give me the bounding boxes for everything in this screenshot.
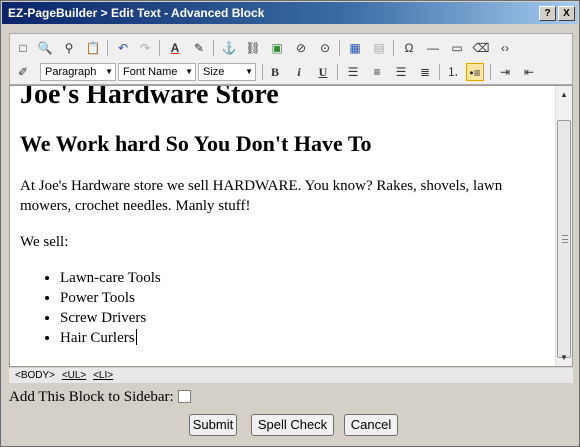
sidebar-checkbox-label: Add This Block to Sidebar: [9, 389, 174, 405]
chevron-down-icon: ▼ [245, 67, 253, 76]
font-color-icon[interactable]: A [166, 39, 184, 57]
toolbar-separator [490, 64, 491, 80]
toolbar-separator [159, 40, 160, 56]
sidebar-option: Add This Block to Sidebar: [9, 388, 191, 406]
font-name-select[interactable]: Font Name ▼ [118, 63, 196, 81]
toolbar-row-2: ✐ Paragraph ▼ Font Name ▼ Size ▼ B i U ☰… [10, 60, 572, 84]
bulleted-list: Lawn-care Tools Power Tools Screw Driver… [20, 268, 550, 348]
link-icon[interactable]: ⛓ [244, 39, 262, 57]
size-select[interactable]: Size ▼ [198, 63, 256, 81]
path-body[interactable]: <BODY> [15, 370, 55, 381]
table-props-icon[interactable]: ▤ [370, 39, 388, 57]
underline-button[interactable]: U [314, 63, 332, 81]
element-path-bar: <BODY> <UL> <LI> [9, 368, 573, 383]
toolbar-separator [393, 40, 394, 56]
toolbar-separator [107, 40, 108, 56]
spell-check-button[interactable]: Spell Check [251, 414, 334, 436]
heading-1: Joe's Hardware Store [20, 85, 279, 110]
table-icon[interactable]: ▦ [346, 39, 364, 57]
special-char-icon[interactable]: Ω [400, 39, 418, 57]
horizontal-rule-icon[interactable]: — [424, 39, 442, 57]
redo-icon[interactable]: ↷ [136, 39, 154, 57]
font-name-select-value: Font Name [123, 66, 178, 78]
grip-icon [562, 235, 568, 243]
submit-button[interactable]: Submit [189, 414, 237, 436]
toolbar-row-1: □ 🔍 ⚲ 📋 ↶ ↷ A ✎ ⚓ ⛓ ▣ ⊘ ⊙ ▦ ▤ Ω — ▭ ⌫ ‹› [10, 36, 572, 60]
undo-icon[interactable]: ↶ [114, 39, 132, 57]
style-icon[interactable]: ✐ [14, 63, 32, 81]
dialog-window: EZ-PageBuilder > Edit Text - Advanced Bl… [0, 0, 580, 447]
toolbar-separator [439, 64, 440, 80]
ordered-list-icon[interactable]: ⒈ [444, 63, 462, 81]
chevron-down-icon: ▼ [185, 67, 193, 76]
paste-icon[interactable]: 📋 [84, 39, 102, 57]
toolbar-separator [337, 64, 338, 80]
source-code-icon[interactable]: ‹› [496, 39, 514, 57]
cancel-button[interactable]: Cancel [344, 414, 398, 436]
list-item: Screw Drivers [60, 308, 550, 328]
paragraph: At Joe's Hardware store we sell HARDWARE… [20, 178, 503, 214]
toolbar-separator [339, 40, 340, 56]
image-icon[interactable]: ▣ [268, 39, 286, 57]
window-title: EZ-PageBuilder > Edit Text - Advanced Bl… [8, 6, 265, 20]
list-item: Power Tools [60, 288, 550, 308]
align-center-icon[interactable]: ≡ [368, 63, 386, 81]
scroll-down-icon[interactable]: ▼ [556, 349, 572, 366]
path-ul[interactable]: <UL> [62, 370, 86, 381]
preview-icon[interactable]: 🔍 [36, 39, 54, 57]
list-item: Hair Curlers [60, 328, 550, 348]
toolbar-separator [213, 40, 214, 56]
bold-button[interactable]: B [266, 63, 284, 81]
align-right-icon[interactable]: ☰ [392, 63, 410, 81]
align-left-icon[interactable]: ☰ [344, 63, 362, 81]
text-caret [135, 329, 137, 345]
help-button[interactable]: ? [539, 6, 556, 21]
unordered-list-icon[interactable]: •≡ [466, 63, 484, 81]
toolbar-separator [262, 64, 263, 80]
rich-text-editor[interactable]: Joe's Hardware Store We Work hard So You… [9, 85, 573, 367]
editor-content[interactable]: Joe's Hardware Store We Work hard So You… [20, 85, 550, 348]
size-select-value: Size [203, 66, 225, 78]
editor-toolbar: □ 🔍 ⚲ 📋 ↶ ↷ A ✎ ⚓ ⛓ ▣ ⊘ ⊙ ▦ ▤ Ω — ▭ ⌫ ‹› [9, 33, 573, 85]
heading-2: We Work hard So You Don't Have To [20, 131, 372, 156]
paragraph-select[interactable]: Paragraph ▼ [40, 63, 116, 81]
path-li[interactable]: <LI> [93, 370, 113, 381]
chevron-down-icon: ▼ [105, 67, 113, 76]
list-item-text: Hair Curlers [60, 330, 135, 346]
form-icon[interactable]: ▭ [448, 39, 466, 57]
scroll-up-icon[interactable]: ▲ [556, 86, 572, 103]
title-bar: EZ-PageBuilder > Edit Text - Advanced Bl… [2, 2, 578, 24]
vertical-scrollbar[interactable]: ▲ ▼ [555, 86, 572, 366]
paragraph: We sell: [20, 234, 69, 250]
new-doc-icon[interactable]: □ [14, 39, 32, 57]
flash-icon[interactable]: ⊘ [292, 39, 310, 57]
italic-button[interactable]: i [290, 63, 308, 81]
eraser-icon[interactable]: ⌫ [472, 39, 490, 57]
list-item: Lawn-care Tools [60, 268, 550, 288]
scrollbar-thumb[interactable] [557, 120, 571, 358]
find-icon[interactable]: ⚲ [60, 39, 78, 57]
anchor-icon[interactable]: ⚓ [220, 39, 238, 57]
highlight-icon[interactable]: ✎ [190, 39, 208, 57]
indent-icon[interactable]: ⇥ [496, 63, 514, 81]
justify-icon[interactable]: ≣ [416, 63, 434, 81]
media-icon[interactable]: ⊙ [316, 39, 334, 57]
outdent-icon[interactable]: ⇤ [520, 63, 538, 81]
close-button[interactable]: X [558, 6, 575, 21]
paragraph-select-value: Paragraph [45, 66, 97, 78]
sidebar-checkbox[interactable] [177, 390, 191, 403]
